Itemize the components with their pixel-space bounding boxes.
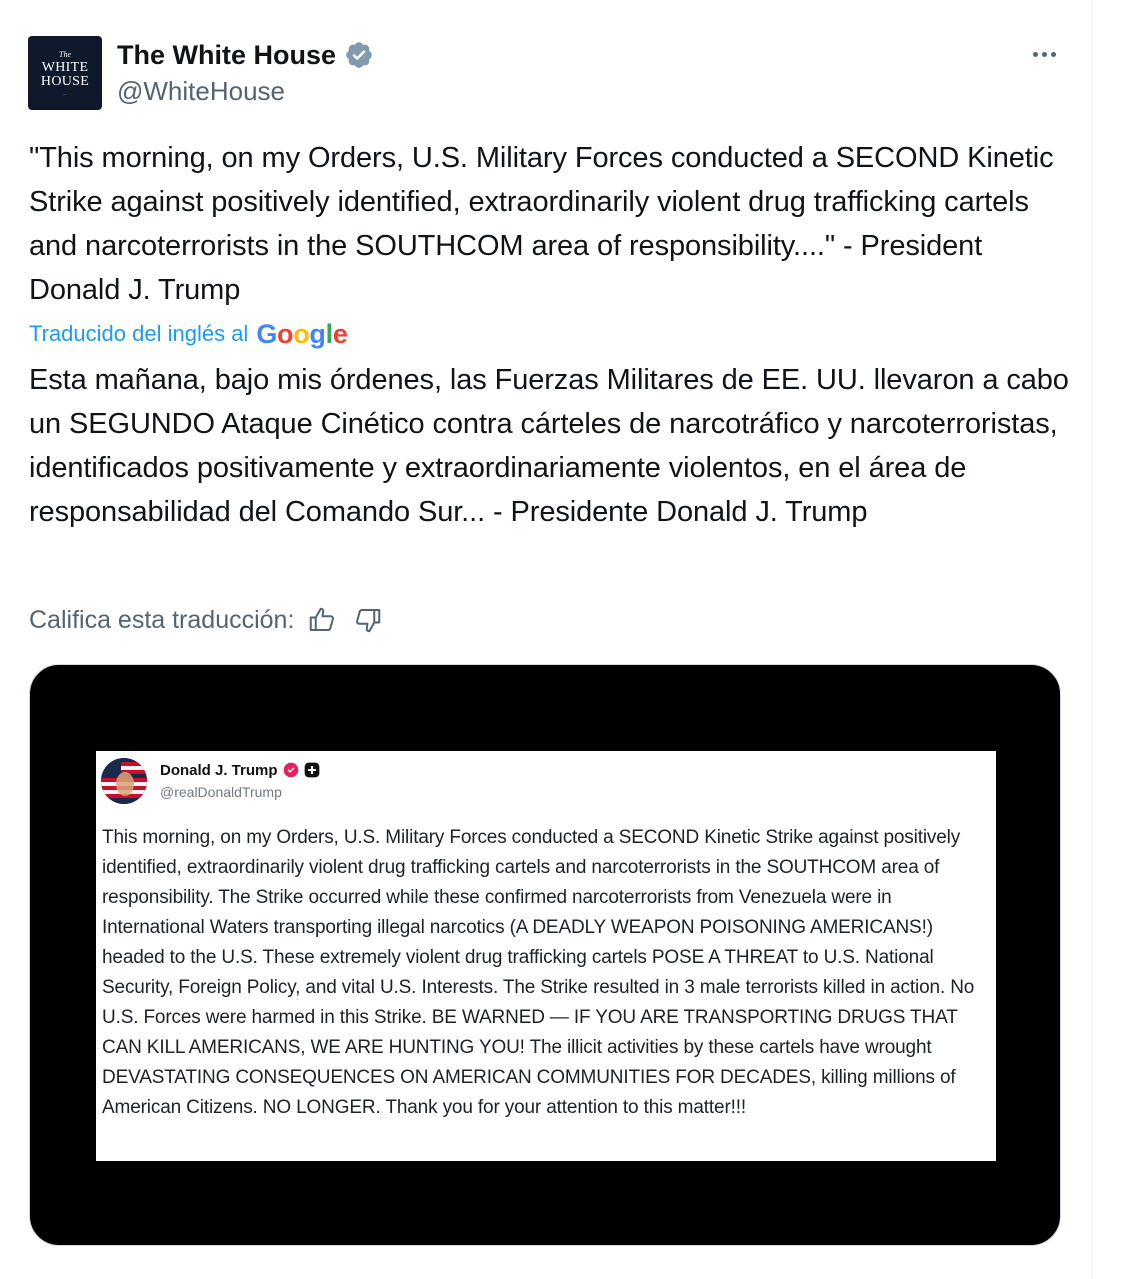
embedded-handle: @realDonaldTrump bbox=[160, 784, 282, 800]
flag-avatar-icon bbox=[101, 758, 147, 804]
account-avatar[interactable]: The WHITE HOUSE — bbox=[28, 36, 102, 110]
more-dot-icon bbox=[1041, 51, 1047, 57]
tweet: The WHITE HOUSE — The White House @White… bbox=[0, 0, 1090, 1279]
google-logo-letter: g bbox=[309, 318, 326, 349]
avatar-text-the: The bbox=[59, 49, 71, 59]
google-logo-letter: G bbox=[256, 318, 278, 349]
thumbs-down-icon bbox=[356, 609, 381, 633]
tweet-text: "This morning, on my Orders, U.S. Milita… bbox=[29, 142, 1054, 306]
author-handle[interactable]: @WhiteHouse bbox=[117, 76, 285, 107]
media-image[interactable]: Donald J. Trump @realDonaldTrump This mo… bbox=[29, 664, 1061, 1246]
translated-from-link[interactable]: Traducido del inglés al bbox=[29, 321, 248, 347]
verified-badge-icon bbox=[283, 762, 298, 778]
google-logo: Google bbox=[256, 318, 348, 350]
thumbs-up-button[interactable] bbox=[304, 602, 340, 638]
google-logo-letter: o bbox=[293, 318, 310, 349]
more-dot-icon bbox=[1032, 51, 1038, 57]
author-display-name[interactable]: The White House bbox=[117, 40, 336, 71]
timeline-border bbox=[1091, 0, 1092, 1279]
embedded-name-row: Donald J. Trump bbox=[160, 760, 320, 780]
author-name-row: The White House bbox=[117, 38, 374, 72]
rate-translation-label: Califica esta traducción: bbox=[29, 605, 295, 634]
embedded-post-text: This morning, on my Orders, U.S. Militar… bbox=[102, 827, 975, 1118]
rate-translation-row: Califica esta traducción: bbox=[29, 602, 386, 638]
plus-badge-icon bbox=[304, 762, 319, 778]
translated-text: Esta mañana, bajo mis órdenes, las Fuerz… bbox=[29, 364, 1069, 528]
embedded-screenshot-card: Donald J. Trump @realDonaldTrump This mo… bbox=[96, 751, 996, 1161]
avatar-decoration: — bbox=[63, 90, 67, 96]
translation-attribution: Traducido del inglés al Google bbox=[29, 316, 348, 352]
thumbs-up-icon bbox=[310, 607, 335, 631]
avatar-text-house: HOUSE bbox=[40, 73, 90, 89]
thumbs-down-button[interactable] bbox=[350, 602, 386, 638]
google-logo-letter: o bbox=[277, 318, 294, 349]
verified-badge-icon[interactable] bbox=[344, 40, 374, 70]
google-logo-letter: l bbox=[325, 318, 334, 349]
avatar-text-white: WHITE bbox=[41, 59, 89, 75]
google-logo-letter: e bbox=[332, 318, 348, 349]
more-dot-icon bbox=[1050, 51, 1056, 57]
more-options-button[interactable] bbox=[1024, 38, 1064, 70]
embedded-display-name: Donald J. Trump bbox=[160, 761, 278, 779]
embedded-avatar bbox=[101, 758, 147, 804]
